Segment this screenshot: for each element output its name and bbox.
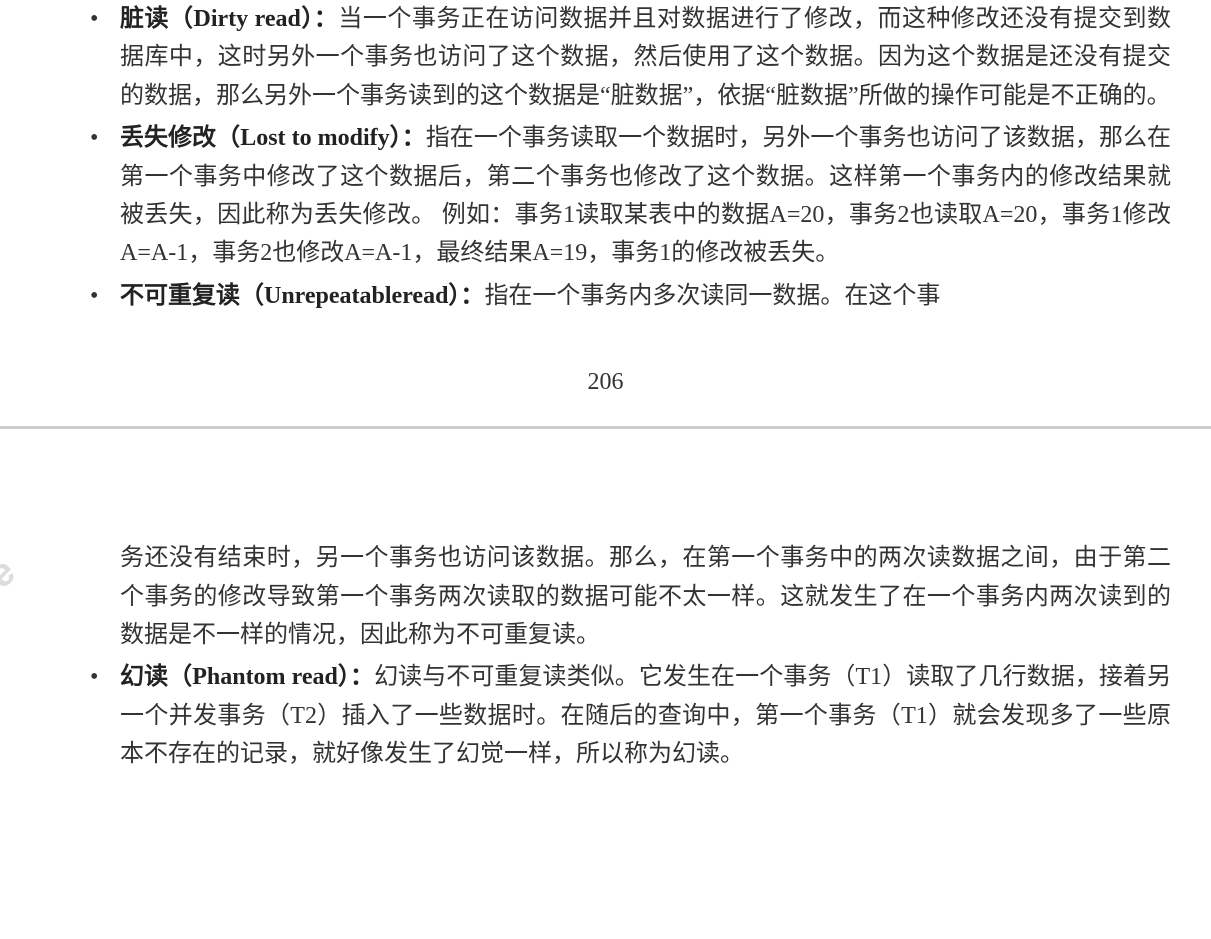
- term-dirty-read: 脏读（Dirty read）：: [120, 6, 338, 32]
- page-2-content: 务还没有结束时，另一个事务也访问该数据。那么，在第一个事务中的两次读数据之间，由…: [0, 469, 1211, 773]
- concept-list-2: 幻读（Phantom read）：幻读与不可重复读类似。它发生在一个事务（T1）…: [40, 658, 1171, 773]
- term-lost-modify: 丢失修改（Lost to modify）：: [120, 125, 426, 151]
- page-divider: [0, 426, 1211, 429]
- list-item-unrepeatable-read: 不可重复读（Unrepeatableread）：指在一个事务内多次读同一数据。在…: [90, 277, 1171, 315]
- list-item-dirty-read: 脏读（Dirty read）：当一个事务正在访问数据并且对数据进行了修改，而这种…: [90, 0, 1171, 115]
- list-item-phantom-read: 幻读（Phantom read）：幻读与不可重复读类似。它发生在一个事务（T1）…: [90, 658, 1171, 773]
- term-phantom-read: 幻读（Phantom read）：: [120, 664, 374, 690]
- concept-list-1: 脏读（Dirty read）：当一个事务正在访问数据并且对数据进行了修改，而这种…: [40, 0, 1171, 315]
- list-item-lost-modify: 丢失修改（Lost to modify）：指在一个事务读取一个数据时，另外一个事…: [90, 119, 1171, 273]
- term-unrepeatable-read: 不可重复读（Unrepeatableread）：: [120, 283, 484, 309]
- page-number: 206: [0, 319, 1211, 426]
- continuation-text: 务还没有结束时，另一个事务也访问该数据。那么，在第一个事务中的两次读数据之间，由…: [40, 539, 1171, 654]
- body-unrepeatable-read: 指在一个事务内多次读同一数据。在这个事: [484, 283, 940, 309]
- page-1-content: 脏读（Dirty read）：当一个事务正在访问数据并且对数据进行了修改，而这种…: [0, 0, 1211, 315]
